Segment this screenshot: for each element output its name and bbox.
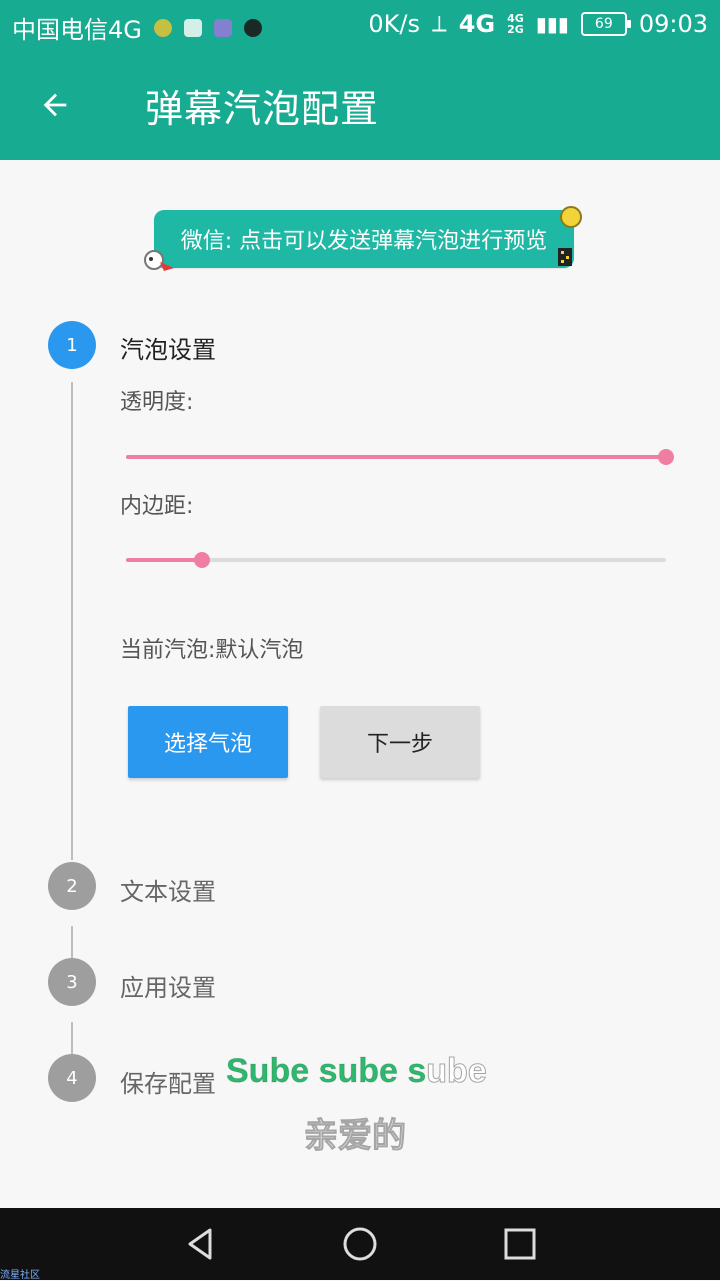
opacity-slider-thumb[interactable] <box>658 449 674 465</box>
overlay-lyrics-line-2: 亲爱的 <box>304 1116 407 1157</box>
step-number-1[interactable]: 1 <box>48 321 96 369</box>
current-bubble-text: 当前汽泡:默认汽泡 <box>120 638 304 663</box>
dual-network-indicator: 4G 2G <box>507 13 524 35</box>
step-label-app-settings[interactable]: 应用设置 <box>120 968 216 1003</box>
opacity-slider[interactable] <box>126 449 674 465</box>
overlay-lyrics-line-1: Sube sube sube <box>225 1052 487 1091</box>
page-title: 弹幕汽泡配置 <box>145 87 380 131</box>
step-number-4[interactable]: 4 <box>48 1054 96 1102</box>
step-label-text-settings[interactable]: 文本设置 <box>120 872 216 907</box>
signal-icon: ▮▮▮ <box>535 12 569 36</box>
padding-slider-fill <box>126 558 202 562</box>
emoji-icon <box>560 206 582 228</box>
opacity-slider-fill <box>126 455 666 459</box>
overlay-lyrics-rest: ube <box>426 1052 487 1091</box>
status-right: 0K/s ⟂ 4G 4G 2G ▮▮▮ 69 09:03 <box>368 10 708 38</box>
bubble-character-icon <box>144 250 174 271</box>
overlay-lyrics-highlight: Sube sube s <box>225 1052 427 1091</box>
status-bar: 中国电信4G 0K/s ⟂ 4G 4G 2G ▮▮▮ 69 09:03 <box>0 0 720 50</box>
vibrate-off-icon: ⟂ <box>432 11 447 37</box>
choose-bubble-button[interactable]: 选择气泡 <box>128 706 288 778</box>
network-speed: 0K/s <box>368 10 421 38</box>
step-connector <box>71 926 73 958</box>
triangle-back-icon[interactable] <box>180 1224 220 1264</box>
next-step-button[interactable]: 下一步 <box>320 706 480 778</box>
step-label-bubble-settings[interactable]: 汽泡设置 <box>120 330 216 365</box>
network-2g-small: 2G <box>507 23 524 36</box>
navigation-bar <box>0 1208 720 1280</box>
tiktok-icon <box>243 18 262 37</box>
padding-slider[interactable] <box>126 552 666 568</box>
circle-home-icon[interactable] <box>340 1224 380 1264</box>
battery-indicator: 69 <box>580 12 631 36</box>
carrier-text: 中国电信4G <box>12 16 142 44</box>
opacity-label: 透明度: <box>120 390 194 415</box>
bubble-corner-icon <box>558 248 572 266</box>
preview-bubble-text: 微信: 点击可以发送弹幕汽泡进行预览 <box>180 229 548 254</box>
message-icon <box>183 18 202 37</box>
app-notification-icon <box>153 18 172 37</box>
arrow-left-icon[interactable] <box>34 84 76 126</box>
watermark-text: 流星社区 <box>0 1270 40 1281</box>
step-connector <box>71 382 73 860</box>
preview-bubble[interactable]: 微信: 点击可以发送弹幕汽泡进行预览 <box>154 210 574 268</box>
step-label-save-config[interactable]: 保存配置 <box>120 1064 216 1099</box>
step-number-2[interactable]: 2 <box>48 862 96 910</box>
network-type-4g: 4G <box>458 10 496 38</box>
padding-slider-thumb[interactable] <box>193 552 210 568</box>
clock: 09:03 <box>638 10 708 38</box>
status-left: 中国电信4G <box>12 10 262 45</box>
square-recents-icon[interactable] <box>500 1224 540 1264</box>
step-connector <box>71 1022 73 1054</box>
gallery-icon <box>213 18 232 37</box>
step-number-3[interactable]: 3 <box>48 958 96 1006</box>
app-bar: 弹幕汽泡配置 <box>0 50 720 160</box>
padding-label: 内边距: <box>120 494 194 519</box>
